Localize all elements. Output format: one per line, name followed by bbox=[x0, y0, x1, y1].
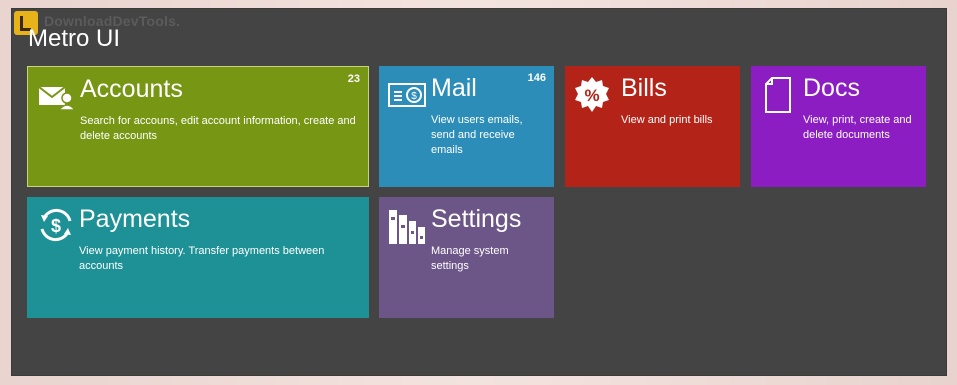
notification-count: 23 bbox=[347, 73, 360, 85]
app-title: Metro UI bbox=[28, 25, 121, 52]
tile-accounts[interactable]: Accounts 23 Search for accouns, edit acc… bbox=[27, 66, 369, 187]
tile-description: View and print bills bbox=[621, 114, 713, 126]
svg-text:%: % bbox=[584, 86, 599, 105]
tile-docs[interactable]: Docs View, print, create and delete docu… bbox=[751, 66, 926, 187]
tile-bills[interactable]: % Bills View and print bills bbox=[565, 66, 740, 187]
document-icon bbox=[763, 76, 793, 119]
tile-mail[interactable]: $ Mail 146 View users emails, send and r… bbox=[379, 66, 554, 187]
tile-description: View payment history. Transfer payments … bbox=[79, 245, 325, 272]
percent-badge-icon: % bbox=[573, 76, 611, 119]
tile-description: View users emails, send and receive emai… bbox=[431, 114, 523, 156]
bars-icon bbox=[388, 207, 428, 252]
mail-money-icon: $ bbox=[388, 81, 426, 114]
tile-description: Search for accouns, edit account informa… bbox=[80, 115, 356, 142]
notification-count: 146 bbox=[527, 72, 546, 84]
dollar-cycle-icon: $ bbox=[37, 206, 75, 249]
tile-title: Bills bbox=[621, 74, 667, 102]
tile-description: View, print, create and delete documents bbox=[803, 114, 912, 141]
svg-text:$: $ bbox=[411, 91, 417, 102]
svg-text:$: $ bbox=[51, 216, 61, 236]
tile-title: Mail bbox=[431, 74, 477, 102]
tile-payments[interactable]: $ Payments View payment history. Transfe… bbox=[27, 197, 369, 318]
tile-description: Manage system settings bbox=[431, 245, 509, 272]
tile-title: Payments bbox=[79, 205, 191, 233]
app-window: DownloadDevTools. Metro UI Accounts 23 S… bbox=[12, 9, 946, 375]
tile-title: Docs bbox=[803, 74, 860, 102]
tile-title: Accounts bbox=[80, 75, 183, 103]
tile-settings[interactable]: Settings Manage system settings bbox=[379, 197, 554, 318]
envelope-user-icon bbox=[38, 81, 77, 116]
tile-title: Settings bbox=[431, 205, 522, 233]
